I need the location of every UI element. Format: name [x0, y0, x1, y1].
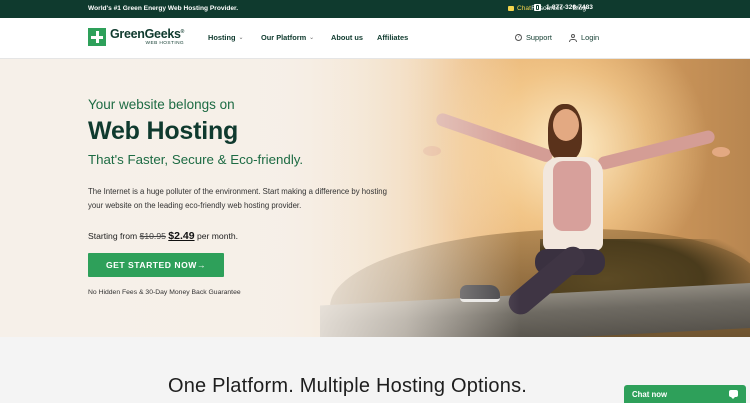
support-label: Support — [526, 33, 552, 42]
chat-link-label: Chat — [517, 5, 531, 12]
chat-now-label: Chat now — [632, 389, 668, 399]
phone-number: 1-877-326-7483 — [546, 4, 593, 11]
chevron-down-icon: ⌄ — [238, 35, 244, 41]
plus-logo-icon — [88, 28, 106, 47]
price-line: Starting from $10.95 $2.49 per month. — [88, 230, 238, 242]
hero-tagline: That's Faster, Secure & Eco-friendly. — [88, 152, 304, 167]
tagline: World's #1 Green Energy Web Hosting Prov… — [88, 5, 239, 12]
chat-bubble-icon — [729, 390, 738, 399]
login-label: Login — [581, 33, 600, 42]
login-link[interactable]: Login — [569, 33, 599, 42]
nav-item-hosting[interactable]: Hosting ⌄ — [208, 33, 244, 42]
nav-item-label: Hosting — [208, 33, 236, 42]
arrow-right-icon: → — [196, 260, 206, 270]
user-icon — [569, 33, 577, 42]
section-title: One Platform. Multiple Hosting Options. — [167, 375, 528, 397]
hero-description: The Internet is a huge polluter of the e… — [88, 187, 387, 210]
nav-item-affiliates[interactable]: Affiliates — [377, 33, 408, 42]
brand-logo[interactable]: GreenGeeks® WEB HOSTING — [88, 27, 185, 47]
nav-item-label: About us — [331, 33, 364, 42]
registered-mark: ® — [180, 28, 185, 35]
chevron-down-icon: ⌄ — [309, 35, 315, 41]
main-navigation: GreenGeeks® WEB HOSTING Hosting ⌄ Our Pl… — [0, 18, 750, 59]
nav-item-about-us[interactable]: About us — [331, 33, 363, 42]
guarantee-text: No Hidden Fees & 30-Day Money Back Guara… — [88, 289, 241, 296]
old-price: $10.95 — [139, 231, 166, 241]
get-started-button[interactable]: GET STARTED NOW → — [88, 253, 224, 277]
nav-item-label: Our Platform — [261, 33, 307, 42]
top-announcement-bar: World's #1 Green Energy Web Hosting Prov… — [0, 0, 750, 18]
phone-icon — [534, 4, 541, 11]
hero-title: Web Hosting — [88, 117, 239, 145]
chat-link[interactable]: Chat — [508, 5, 531, 12]
logo-subtitle: WEB HOSTING — [145, 40, 185, 46]
hero-subtitle: Your website belongs on — [88, 97, 235, 112]
nav-item-our-platform[interactable]: Our Platform ⌄ — [261, 33, 314, 42]
chat-now-widget[interactable]: Chat now — [624, 385, 746, 403]
nav-item-label: Affiliates — [377, 33, 409, 42]
phone-link[interactable]: 1-877-326-7483 — [534, 4, 593, 11]
support-link[interactable]: ? Support — [515, 33, 552, 42]
logo-name: GreenGeeks® — [110, 27, 185, 41]
price-suffix: per month. — [196, 231, 239, 241]
hero-banner: Your website belongs on Web Hosting That… — [0, 59, 750, 337]
get-started-label: GET STARTED NOW — [106, 260, 197, 270]
price-prefix: Starting from — [88, 231, 138, 241]
chat-icon — [508, 6, 514, 11]
new-price: $2.49 — [168, 230, 195, 242]
help-circle-icon: ? — [515, 34, 522, 41]
